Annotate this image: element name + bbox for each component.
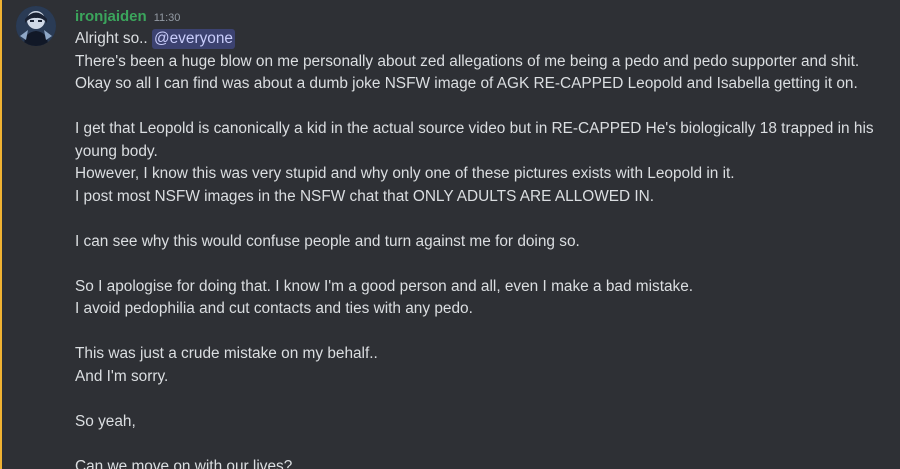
message-line: However, I know this was very stupid and… [75, 165, 735, 182]
avatar-illustration [16, 6, 56, 46]
message-line: young body. [75, 142, 158, 160]
message-line [75, 96, 885, 119]
message-line: There's been a huge blow on me personall… [75, 52, 860, 70]
message-header: ironjaiden 11:30 [75, 7, 180, 27]
message-line: Can we move on with our lives? [75, 457, 293, 469]
message-line [75, 208, 885, 231]
message-body: There's been a huge blow on me personall… [75, 51, 885, 469]
user-avatar-icon[interactable] [16, 6, 56, 46]
message-line: I get that Leopold is canonically a kid … [75, 120, 874, 137]
message-line: This was just a crude mistake on my beha… [75, 345, 378, 362]
message-line: I avoid pedophilia and cut contacts and … [75, 300, 473, 317]
chat-message: ironjaiden 11:30 Alright so.. @everyone … [0, 0, 900, 469]
message-line: So yeah, [75, 412, 136, 430]
message-line-first: Alright so.. @everyone [75, 28, 885, 51]
everyone-mention[interactable]: @everyone [152, 29, 235, 49]
message-line [75, 433, 885, 456]
message-line [75, 388, 885, 411]
mention-highlight-bar [0, 0, 2, 469]
username[interactable]: ironjaiden [75, 7, 147, 27]
message-line [75, 253, 885, 276]
message-line [75, 321, 885, 344]
message-content: Alright so.. @everyone There's been a hu… [75, 28, 885, 469]
message-line: I can see why this would confuse people … [75, 232, 580, 250]
message-text: Alright so.. [75, 30, 148, 47]
message-line: I post most NSFW images in the NSFW chat… [75, 187, 655, 205]
message-line: And I'm sorry. [75, 367, 169, 385]
message-line: Okay so all I can find was about a dumb … [75, 75, 858, 92]
message-line: So I apologise for doing that. I know I'… [75, 277, 694, 295]
timestamp[interactable]: 11:30 [154, 8, 181, 28]
